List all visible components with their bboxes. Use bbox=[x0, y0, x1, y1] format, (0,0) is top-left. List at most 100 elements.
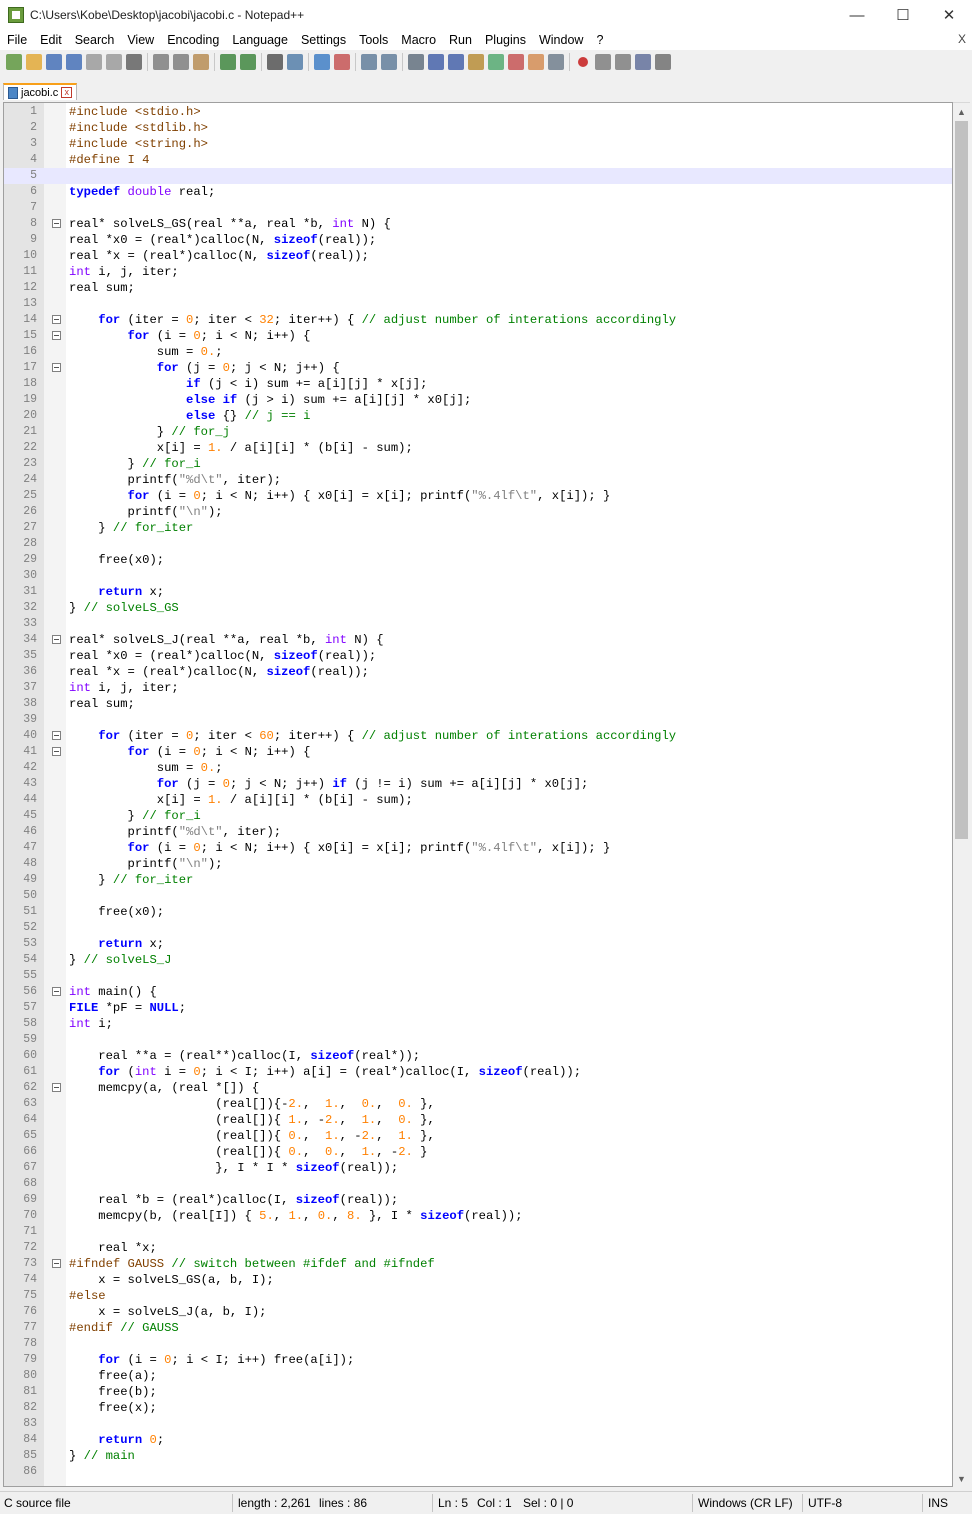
code-line[interactable]: 27 } // for_iter bbox=[4, 520, 952, 536]
code-line[interactable]: 73 #ifndef GAUSS // switch between #ifdef… bbox=[4, 1256, 952, 1272]
code-line[interactable]: 66 (real[]){ 0., 0., 1., -2. } bbox=[4, 1144, 952, 1160]
code-line[interactable]: 52 bbox=[4, 920, 952, 936]
play-macro-icon[interactable] bbox=[615, 54, 631, 70]
code-line[interactable]: 85} // main bbox=[4, 1448, 952, 1464]
code-line[interactable]: 12 real sum; bbox=[4, 280, 952, 296]
menu-file[interactable]: File bbox=[0, 33, 33, 47]
code-line[interactable]: 69 real *b = (real*)calloc(I, sizeof(rea… bbox=[4, 1192, 952, 1208]
code-line[interactable]: 58 int i; bbox=[4, 1016, 952, 1032]
code-line[interactable]: 82 free(x); bbox=[4, 1400, 952, 1416]
menu-view[interactable]: View bbox=[120, 33, 160, 47]
code-line[interactable]: 44 x[i] = 1. / a[i][i] * (b[i] - sum); bbox=[4, 792, 952, 808]
code-line[interactable]: 16 sum = 0.; bbox=[4, 344, 952, 360]
code-line[interactable]: 46 printf("%d\t", iter); bbox=[4, 824, 952, 840]
tab-jacobi-c[interactable]: jacobi.c x bbox=[3, 83, 78, 100]
code-line[interactable]: 5 bbox=[4, 168, 952, 184]
undo-icon[interactable] bbox=[220, 54, 236, 70]
code-line[interactable]: 54} // solveLS_J bbox=[4, 952, 952, 968]
code-line[interactable]: 47 for (i = 0; i < N; i++) { x0[i] = x[i… bbox=[4, 840, 952, 856]
monitoring-icon[interactable] bbox=[548, 54, 564, 70]
code-line[interactable]: 49 } // for_iter bbox=[4, 872, 952, 888]
code-line[interactable]: 1 #include <stdio.h> bbox=[4, 104, 952, 120]
menu-run[interactable]: Run bbox=[442, 33, 478, 47]
code-line[interactable]: 30 bbox=[4, 568, 952, 584]
code-line[interactable]: 59 bbox=[4, 1032, 952, 1048]
code-line[interactable]: 21 } // for_j bbox=[4, 424, 952, 440]
minimize-button[interactable]: — bbox=[834, 0, 880, 30]
code-line[interactable]: 67 }, I * I * sizeof(real)); bbox=[4, 1160, 952, 1176]
fold-toggle-icon[interactable] bbox=[52, 731, 61, 740]
code-line[interactable]: 75 #else bbox=[4, 1288, 952, 1304]
code-line[interactable]: 84 return 0; bbox=[4, 1432, 952, 1448]
code-line[interactable]: 29 free(x0); bbox=[4, 552, 952, 568]
code-line[interactable]: 28 bbox=[4, 536, 952, 552]
new-file-icon[interactable] bbox=[6, 54, 22, 70]
scrollbar-thumb[interactable] bbox=[955, 121, 968, 839]
zoom-out-icon[interactable] bbox=[334, 54, 350, 70]
code-line[interactable]: 14 for (iter = 0; iter < 32; iter++) { /… bbox=[4, 312, 952, 328]
code-line[interactable]: 26 printf("\n"); bbox=[4, 504, 952, 520]
fold-toggle-icon[interactable] bbox=[52, 219, 61, 228]
code-line[interactable]: 68 bbox=[4, 1176, 952, 1192]
code-line[interactable]: 41 for (i = 0; i < N; i++) { bbox=[4, 744, 952, 760]
sync-horizontal-icon[interactable] bbox=[381, 54, 397, 70]
code-line[interactable]: 57 FILE *pF = NULL; bbox=[4, 1000, 952, 1016]
menu-help[interactable]: ? bbox=[589, 33, 609, 47]
user-lang-icon[interactable] bbox=[468, 54, 484, 70]
word-wrap-icon[interactable] bbox=[408, 54, 424, 70]
code-line[interactable]: 78 bbox=[4, 1336, 952, 1352]
fold-toggle-icon[interactable] bbox=[52, 363, 61, 372]
code-line[interactable]: 79 for (i = 0; i < I; i++) free(a[i]); bbox=[4, 1352, 952, 1368]
code-area[interactable]: 1 #include <stdio.h> 2 #include <stdlib.h> 3… bbox=[4, 104, 952, 1480]
fold-toggle-icon[interactable] bbox=[52, 1083, 61, 1092]
print-icon[interactable] bbox=[126, 54, 142, 70]
code-line[interactable]: 70 memcpy(b, (real[I]) { 5., 1., 0., 8. … bbox=[4, 1208, 952, 1224]
code-line[interactable]: 25 for (i = 0; i < N; i++) { x0[i] = x[i… bbox=[4, 488, 952, 504]
code-line[interactable]: 50 bbox=[4, 888, 952, 904]
code-line[interactable]: 23 } // for_i bbox=[4, 456, 952, 472]
code-line[interactable]: 80 free(a); bbox=[4, 1368, 952, 1384]
code-line[interactable]: 33 bbox=[4, 616, 952, 632]
fold-toggle-icon[interactable] bbox=[52, 1259, 61, 1268]
find-icon[interactable] bbox=[267, 54, 283, 70]
code-line[interactable]: 39 bbox=[4, 712, 952, 728]
record-macro-icon[interactable] bbox=[578, 57, 588, 67]
code-line[interactable]: 10 real *x = (real*)calloc(N, sizeof(real… bbox=[4, 248, 952, 264]
close-icon[interactable] bbox=[86, 54, 102, 70]
code-line[interactable]: 2 #include <stdlib.h> bbox=[4, 120, 952, 136]
close-all-icon[interactable] bbox=[106, 54, 122, 70]
menu-macro[interactable]: Macro bbox=[394, 33, 442, 47]
close-window-button[interactable]: ✕ bbox=[926, 0, 972, 30]
cut-icon[interactable] bbox=[153, 54, 169, 70]
zoom-in-icon[interactable] bbox=[314, 54, 330, 70]
menu-search[interactable]: Search bbox=[68, 33, 121, 47]
vertical-scrollbar[interactable]: ▲ ▼ bbox=[953, 102, 970, 1487]
code-line[interactable]: 36 real *x = (real*)calloc(N, sizeof(real… bbox=[4, 664, 952, 680]
stop-record-icon[interactable] bbox=[595, 54, 611, 70]
code-line[interactable]: 62 memcpy(a, (real *[]) { bbox=[4, 1080, 952, 1096]
code-line[interactable]: 19 else if (j > i) sum += a[i][j] * x0[j… bbox=[4, 392, 952, 408]
code-line[interactable]: 53 return x; bbox=[4, 936, 952, 952]
code-line[interactable]: 72 real *x; bbox=[4, 1240, 952, 1256]
code-line[interactable]: 11 int i, j, iter; bbox=[4, 264, 952, 280]
code-line[interactable]: 24 printf("%d\t", iter); bbox=[4, 472, 952, 488]
code-editor[interactable]: 1 #include <stdio.h> 2 #include <stdlib.h> 3… bbox=[3, 102, 953, 1487]
code-line[interactable]: 17 for (j = 0; j < N; j++) { bbox=[4, 360, 952, 376]
code-line[interactable]: 64 (real[]){ 1., -2., 1., 0. }, bbox=[4, 1112, 952, 1128]
code-line[interactable]: 77 #endif // GAUSS bbox=[4, 1320, 952, 1336]
code-line[interactable]: 13 bbox=[4, 296, 952, 312]
indent-guide-icon[interactable] bbox=[448, 54, 464, 70]
tab-close-icon[interactable]: x bbox=[61, 87, 73, 98]
folder-workspace-icon[interactable] bbox=[528, 54, 544, 70]
code-line[interactable]: 18 if (j < i) sum += a[i][j] * x[j]; bbox=[4, 376, 952, 392]
code-line[interactable]: 34 real* solveLS_J(real **a, real *b, int… bbox=[4, 632, 952, 648]
code-line[interactable]: 37 int i, j, iter; bbox=[4, 680, 952, 696]
code-line[interactable]: 40 for (iter = 0; iter < 60; iter++) { /… bbox=[4, 728, 952, 744]
code-line[interactable]: 63 (real[]){-2., 1., 0., 0. }, bbox=[4, 1096, 952, 1112]
code-line[interactable]: 51 free(x0); bbox=[4, 904, 952, 920]
code-line[interactable]: 42 sum = 0.; bbox=[4, 760, 952, 776]
code-line[interactable]: 48 printf("\n"); bbox=[4, 856, 952, 872]
code-line[interactable]: 83 bbox=[4, 1416, 952, 1432]
sync-vertical-icon[interactable] bbox=[361, 54, 377, 70]
code-line[interactable]: 20 else {} // j == i bbox=[4, 408, 952, 424]
